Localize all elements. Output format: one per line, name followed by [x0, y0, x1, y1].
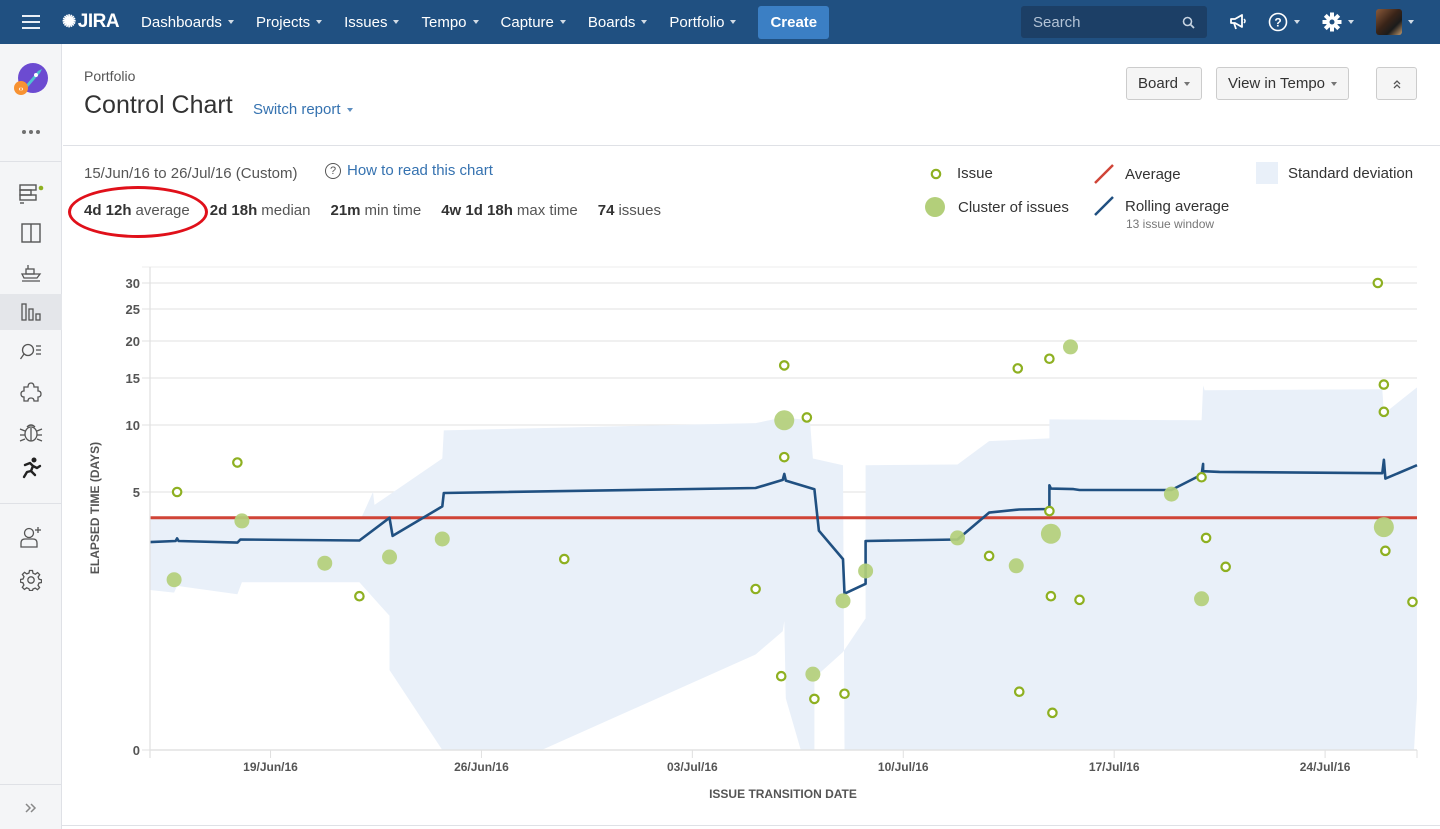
issue-point: [839, 688, 850, 700]
cluster-point: [858, 563, 874, 579]
issue-point: [775, 670, 787, 682]
y-tick-label: 5: [133, 485, 140, 500]
issue-point: [1047, 707, 1058, 719]
issue-point: [1044, 505, 1055, 517]
issue-point: [232, 457, 243, 468]
y-tick-label: 20: [126, 334, 140, 349]
footer-divider: [62, 825, 1440, 826]
x-tick-label: 26/Jun/16: [454, 760, 509, 774]
issue-point: [1200, 532, 1212, 544]
y-tick-label: 10: [126, 418, 140, 433]
cluster-point: [774, 410, 795, 431]
cluster-point: [835, 593, 851, 609]
issue-point: [1044, 353, 1055, 365]
issue-point: [1045, 590, 1057, 602]
issue-point: [1074, 594, 1085, 606]
y-tick-label: 25: [126, 302, 140, 317]
y-tick-label: 0: [133, 743, 140, 758]
x-tick-label: 10/Jul/16: [878, 760, 929, 774]
cluster-point: [317, 555, 333, 571]
x-axis-label: ISSUE TRANSITION DATE: [709, 787, 857, 801]
x-tick-label: 19/Jun/16: [243, 760, 298, 774]
cluster-point: [234, 513, 250, 529]
issue-point: [1372, 277, 1384, 289]
cluster-point: [1194, 591, 1210, 607]
issue-point: [1380, 545, 1391, 557]
cluster-point: [1040, 523, 1061, 544]
y-tick-label: 30: [126, 276, 140, 291]
cluster-point: [950, 530, 966, 546]
x-tick-label: 17/Jul/16: [1089, 760, 1140, 774]
cluster-point: [1373, 517, 1394, 538]
y-axis-label: ELAPSED TIME (DAYS): [88, 442, 102, 574]
cluster-point: [1062, 339, 1078, 355]
issue-point: [778, 451, 790, 463]
issue-point: [1196, 471, 1207, 483]
cluster-point: [805, 666, 821, 682]
cluster-point: [166, 572, 182, 588]
x-tick-label: 24/Jul/16: [1300, 760, 1351, 774]
issue-point: [1013, 686, 1025, 697]
y-tick-label: 15: [126, 371, 140, 386]
issue-point: [1378, 406, 1390, 418]
issue-point: [983, 550, 995, 562]
issue-point: [778, 360, 790, 371]
issue-point: [1407, 596, 1418, 608]
issue-point: [1378, 379, 1390, 390]
cluster-point: [434, 531, 450, 547]
issue-point: [1012, 363, 1024, 374]
issue-point: [801, 412, 813, 423]
x-tick-label: 03/Jul/16: [667, 760, 718, 774]
cluster-point: [1008, 558, 1024, 574]
issue-point: [809, 693, 820, 705]
issue-point: [558, 553, 570, 565]
control-chart[interactable]: 0 5 10 15 20 25 30 19/Jun/16 26/Jun/16 03/Jul/16 1…: [0, 0, 1440, 829]
cluster-point: [1163, 486, 1179, 502]
issue-point: [750, 583, 761, 595]
cluster-point: [382, 549, 398, 565]
issue-point: [171, 486, 183, 498]
issue-point: [1220, 561, 1231, 573]
issue-point: [354, 590, 365, 602]
